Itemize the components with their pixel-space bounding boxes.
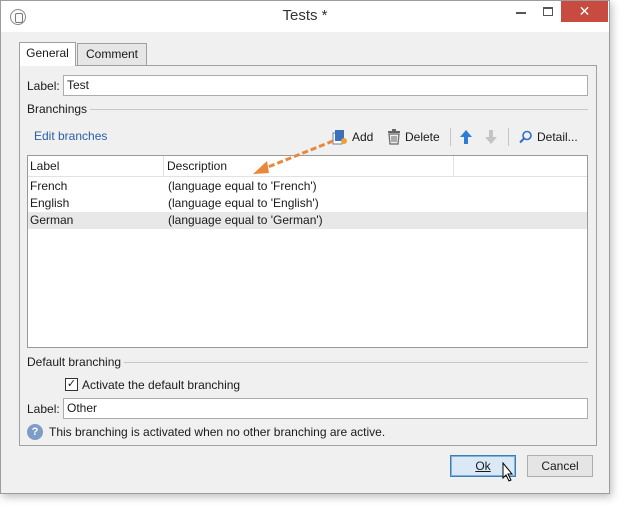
maximize-icon: [543, 7, 553, 16]
column-header-label[interactable]: Label: [28, 156, 164, 177]
table-row[interactable]: English (language equal to 'English'): [28, 195, 587, 212]
close-icon: ✕: [578, 3, 591, 19]
default-branching-checkbox[interactable]: ✓: [65, 378, 78, 391]
row-label: English: [30, 196, 70, 210]
toolbar-separator: [508, 128, 509, 146]
ok-label: Ok: [475, 459, 491, 473]
help-text: This branching is activated when no othe…: [49, 425, 386, 439]
delete-label: Delete: [405, 130, 440, 144]
branchings-title: Branchings: [27, 102, 91, 116]
default-branching-checkbox-label[interactable]: Activate the default branching: [82, 378, 240, 392]
default-branching-title: Default branching: [27, 355, 125, 369]
row-label: French: [30, 179, 68, 193]
help-icon: ?: [27, 424, 43, 440]
branchings-divider: [27, 109, 588, 110]
move-up-button[interactable]: [457, 126, 475, 148]
delete-icon: [388, 129, 400, 145]
row-description: (language equal to 'German'): [168, 213, 323, 227]
row-label: German: [30, 213, 74, 227]
toolbar-separator: [450, 128, 451, 146]
label-input[interactable]: Test: [63, 75, 588, 96]
arrow-down-icon: [485, 130, 497, 144]
title-bar: Tests * ✕: [1, 1, 609, 32]
table-row-selected[interactable]: German (language equal to 'German'): [28, 212, 587, 229]
tab-general[interactable]: General: [19, 42, 76, 66]
default-label-caption: Label:: [27, 402, 60, 416]
mouse-cursor-icon: [502, 462, 514, 482]
cancel-button[interactable]: Cancel: [527, 455, 593, 477]
delete-button[interactable]: Delete: [385, 126, 443, 148]
maximize-button[interactable]: [534, 1, 561, 22]
edit-branches-link[interactable]: Edit branches: [34, 129, 107, 143]
detail-label: Detail...: [537, 130, 578, 144]
search-icon: [519, 130, 532, 144]
default-label-input[interactable]: Other: [63, 398, 588, 419]
move-down-button[interactable]: [482, 126, 500, 148]
minimize-icon: [516, 12, 526, 14]
cancel-label: Cancel: [541, 459, 579, 473]
close-button[interactable]: ✕: [561, 1, 608, 22]
annotation-arrow: [253, 139, 334, 174]
dialog-window: Tests * ✕ General Comment Label: Test Br…: [0, 0, 610, 494]
tab-comment[interactable]: Comment: [77, 43, 147, 66]
arrow-up-icon: [460, 130, 472, 144]
detail-button[interactable]: Detail...: [517, 126, 583, 148]
label-caption: Label:: [27, 79, 60, 93]
row-description: (language equal to 'English'): [168, 196, 319, 210]
check-icon: ✓: [66, 378, 77, 390]
minimize-button[interactable]: [507, 1, 534, 22]
